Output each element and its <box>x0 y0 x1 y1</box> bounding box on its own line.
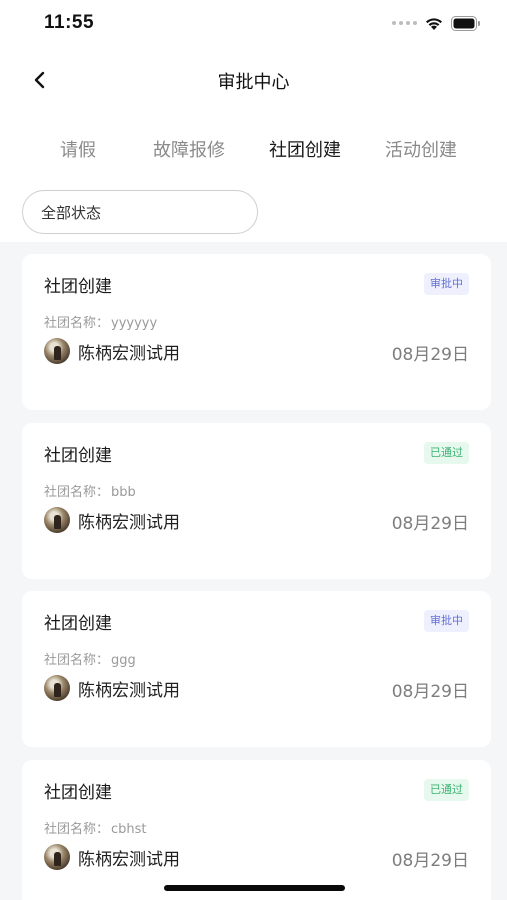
approval-card[interactable]: 社团创建 已通过 社团名称： bbb 陈柄宏测试用 08月29日 <box>22 423 491 579</box>
applicant-row: 陈柄宏测试用 <box>44 675 180 701</box>
tab-club-creation[interactable]: 社团创建 <box>269 136 341 162</box>
card-title: 社团创建 <box>44 446 112 466</box>
avatar <box>44 338 70 364</box>
status-badge: 已通过 <box>424 779 469 801</box>
applicant-name: 陈柄宏测试用 <box>78 680 180 701</box>
card-date: 08月29日 <box>391 345 469 365</box>
status-bar: 11:55 <box>0 0 507 44</box>
avatar <box>44 675 70 701</box>
club-name-row: 社团名称： yyyyyy <box>44 312 157 331</box>
status-badge: 已通过 <box>424 442 469 464</box>
card-date: 08月29日 <box>391 514 469 534</box>
status-filter: 全部状态 <box>22 190 258 234</box>
club-name-label: 社团名称： <box>44 653 110 668</box>
battery-icon <box>451 15 480 31</box>
status-filter-button[interactable]: 全部状态 <box>22 190 258 234</box>
club-name-label: 社团名称： <box>44 316 110 331</box>
card-date: 08月29日 <box>391 851 469 871</box>
applicant-row: 陈柄宏测试用 <box>44 844 180 870</box>
status-badge: 审批中 <box>424 610 469 632</box>
club-name-value: ggg <box>111 653 136 668</box>
approval-card[interactable]: 社团创建 已通过 社团名称： cbhst 陈柄宏测试用 08月29日 <box>22 760 491 900</box>
applicant-name: 陈柄宏测试用 <box>78 343 180 364</box>
card-title: 社团创建 <box>44 783 112 803</box>
avatar <box>44 507 70 533</box>
card-title: 社团创建 <box>44 614 112 634</box>
status-icons <box>392 13 481 33</box>
status-badge: 审批中 <box>424 273 469 295</box>
club-name-value: cbhst <box>111 822 147 837</box>
avatar <box>44 844 70 870</box>
card-title: 社团创建 <box>44 277 112 297</box>
tab-activity-creation[interactable]: 活动创建 <box>385 136 457 162</box>
applicant-row: 陈柄宏测试用 <box>44 507 180 533</box>
club-name-label: 社团名称： <box>44 485 110 500</box>
club-name-row: 社团名称： bbb <box>44 481 136 500</box>
nav-bar: 审批中心 <box>0 56 507 104</box>
applicant-name: 陈柄宏测试用 <box>78 849 180 870</box>
applicant-name: 陈柄宏测试用 <box>78 512 180 533</box>
approval-card[interactable]: 社团创建 审批中 社团名称： ggg 陈柄宏测试用 08月29日 <box>22 591 491 747</box>
club-name-label: 社团名称： <box>44 822 110 837</box>
tab-leave[interactable]: 请假 <box>60 136 96 162</box>
signal-icon <box>392 21 417 25</box>
tab-bar: 请假 故障报修 社团创建 活动创建 <box>0 132 507 168</box>
approval-card[interactable]: 社团创建 审批中 社团名称： yyyyyy 陈柄宏测试用 08月29日 <box>22 254 491 410</box>
club-name-row: 社团名称： cbhst <box>44 818 147 837</box>
home-indicator[interactable] <box>164 885 345 891</box>
applicant-row: 陈柄宏测试用 <box>44 338 180 364</box>
club-name-value: yyyyyy <box>111 316 158 331</box>
approval-list[interactable]: 社团创建 审批中 社团名称： yyyyyy 陈柄宏测试用 08月29日 社团创建 … <box>0 242 507 900</box>
club-name-row: 社团名称： ggg <box>44 649 136 668</box>
page-title: 审批中心 <box>217 72 290 93</box>
wifi-icon <box>426 17 442 30</box>
tab-repair[interactable]: 故障报修 <box>153 136 225 162</box>
card-date: 08月29日 <box>391 682 469 702</box>
club-name-value: bbb <box>111 485 136 500</box>
status-time: 11:55 <box>44 12 95 33</box>
